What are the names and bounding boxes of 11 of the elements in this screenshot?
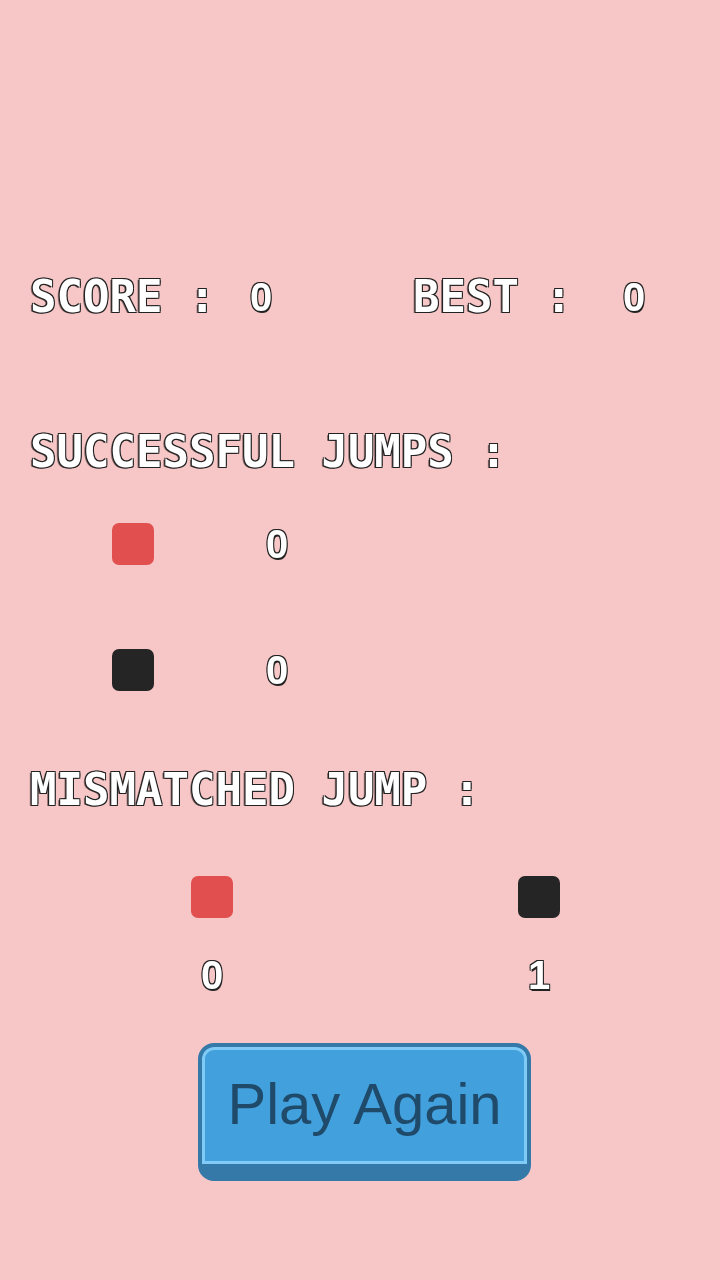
- play-again-button[interactable]: Play Again: [198, 1043, 531, 1181]
- jump-count: 0: [266, 648, 289, 692]
- section-title: SUCCESSFUL JUMPS :: [30, 430, 507, 474]
- best-value: 0: [623, 275, 646, 319]
- jump-count: 0: [266, 522, 289, 566]
- best-label: BEST :: [413, 275, 572, 319]
- section-title: MISMATCHED JUMP :: [30, 768, 481, 812]
- jump-count: 1: [527, 953, 551, 997]
- score-value: 0: [250, 275, 273, 319]
- jump-count: 0: [200, 953, 224, 997]
- score-label: SCORE :: [30, 275, 216, 319]
